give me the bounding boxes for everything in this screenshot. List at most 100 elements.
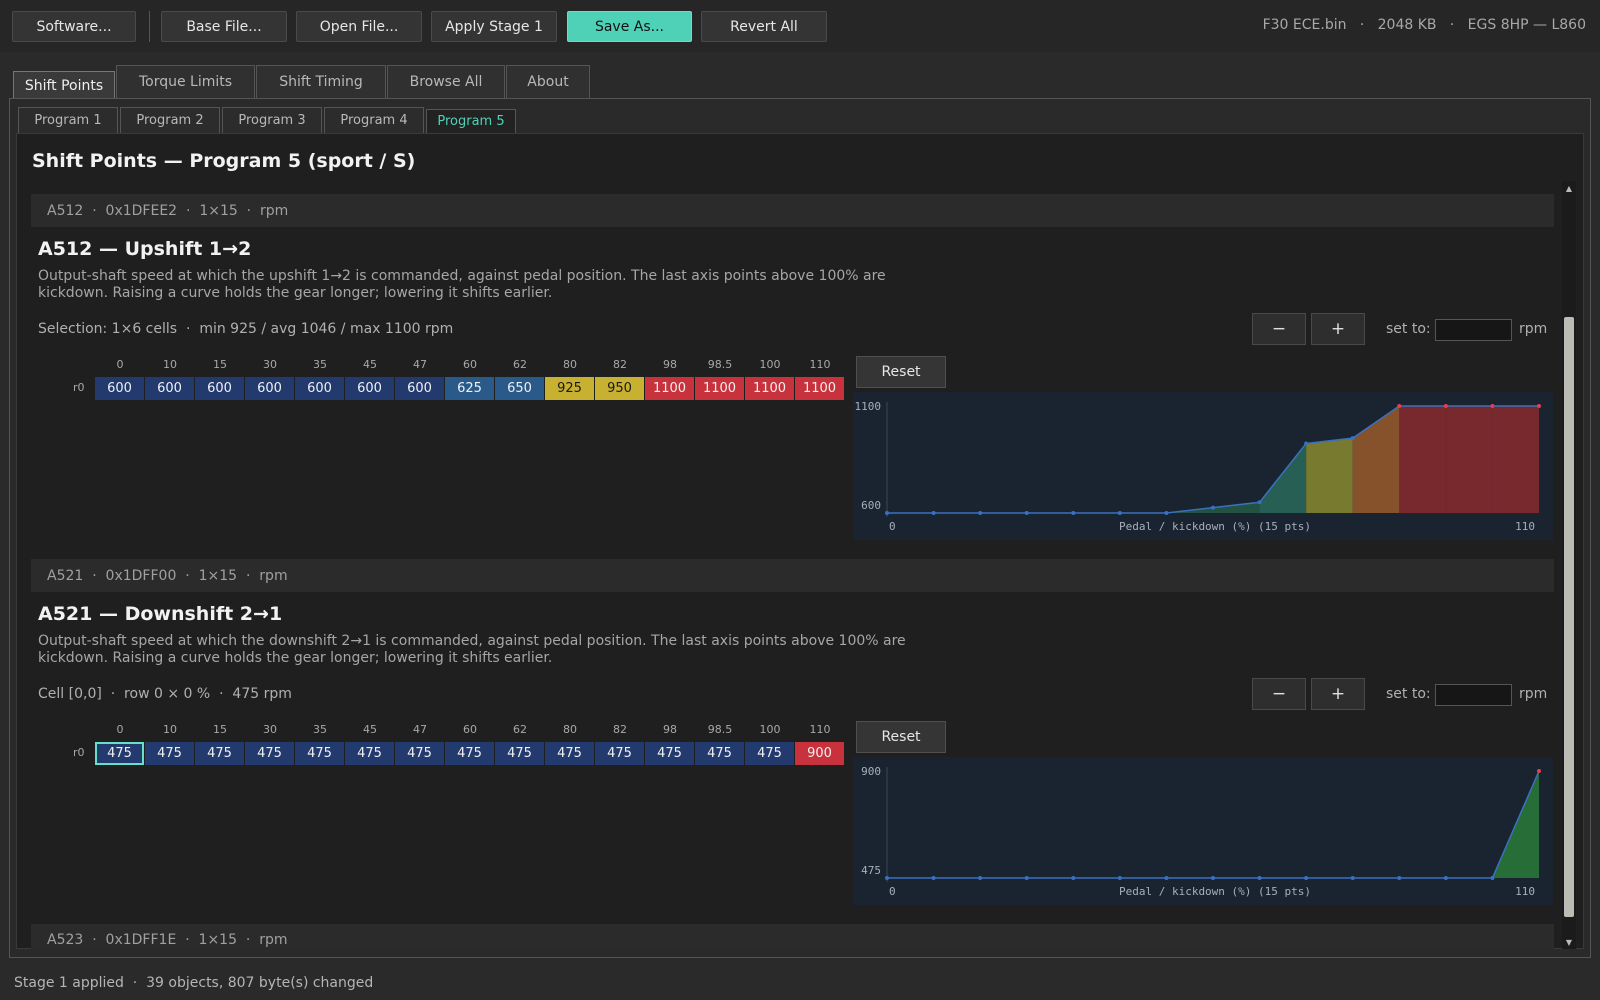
map-curve-chart: 900 475 0 Pedal / kickdown (%) (15 pts) 110 (853, 757, 1553, 905)
decrement-button[interactable]: − (1252, 678, 1306, 710)
set-to-input[interactable] (1435, 319, 1512, 341)
axis-label: 82 (613, 358, 627, 371)
map-cell[interactable]: 1100 (695, 377, 744, 400)
software-button[interactable]: Software... (12, 11, 136, 42)
axis-label: 35 (313, 358, 327, 371)
curve-point (1117, 876, 1122, 880)
curve-area-segment (1399, 406, 1446, 513)
tab-browse-all[interactable]: Browse All (387, 65, 505, 98)
map-cell[interactable]: 475 (445, 742, 494, 765)
set-to-input[interactable] (1435, 684, 1512, 706)
cell-status: Cell [0,0] · row 0 × 0 % · 475 rpm (38, 686, 292, 702)
decrement-button[interactable]: − (1252, 313, 1306, 345)
map-cell[interactable]: 475 (545, 742, 594, 765)
axis-label: 110 (809, 358, 831, 371)
tab-program-3[interactable]: Program 3 (222, 107, 322, 133)
map-cell[interactable]: 1100 (645, 377, 694, 400)
map-cell[interactable]: 1100 (795, 377, 844, 400)
map-cell[interactable]: 475 (595, 742, 644, 765)
map-cell[interactable]: 625 (445, 377, 494, 400)
axis-label: 100 (759, 358, 781, 371)
axis-label: 60 (463, 358, 477, 371)
toolbar-separator (149, 11, 150, 42)
axis-label: 60 (463, 723, 477, 736)
axis-label: 45 (363, 723, 377, 736)
map-cell[interactable]: 900 (795, 742, 844, 765)
reset-button[interactable]: Reset (856, 356, 946, 388)
set-to-label: set to: (1386, 321, 1431, 337)
axis-label: 80 (563, 358, 577, 371)
curve-point (1257, 500, 1262, 505)
map-header-strip: A523 · 0x1DFF1E · 1×15 · rpm (31, 924, 1554, 949)
map-cell[interactable]: 475 (395, 742, 444, 765)
map-cell[interactable]: 950 (595, 377, 644, 400)
curve-point (1071, 511, 1076, 515)
axis-label: 47 (413, 723, 427, 736)
map-cell[interactable]: 475 (195, 742, 244, 765)
axis-label: 110 (809, 723, 831, 736)
map-cell[interactable]: 600 (345, 377, 394, 400)
map-curve-chart: 1100 600 0 Pedal / kickdown (%) (15 pts) 110 (853, 392, 1553, 540)
curve-area-segment (1492, 406, 1539, 513)
open-file-button[interactable]: Open File... (296, 11, 422, 42)
curve-point (1024, 876, 1029, 880)
status-bar: Stage 1 applied · 39 objects, 807 byte(s… (14, 975, 374, 991)
file-info: F30 ECE.bin · 2048 KB · EGS 8HP — L860 (1262, 17, 1586, 33)
axis-label: 15 (213, 358, 227, 371)
map-cell[interactable]: 600 (295, 377, 344, 400)
vertical-scrollbar[interactable]: ▲ ▼ (1562, 181, 1576, 949)
tab-about[interactable]: About (506, 65, 590, 98)
map-cell[interactable]: 475 (145, 742, 194, 765)
map-cell[interactable]: 475 (245, 742, 294, 765)
map-cell[interactable]: 475 (745, 742, 794, 765)
map-cell[interactable]: 925 (545, 377, 594, 400)
curve-point (1537, 769, 1541, 773)
increment-button[interactable]: + (1311, 678, 1365, 710)
tab-program-2[interactable]: Program 2 (120, 107, 220, 133)
scroll-thumb[interactable] (1564, 317, 1574, 917)
map-cell[interactable]: 475 (295, 742, 344, 765)
apply-stage-1-button[interactable]: Apply Stage 1 (431, 11, 557, 42)
map-cell[interactable]: 600 (195, 377, 244, 400)
curve-svg: 1100 600 0 Pedal / kickdown (%) (15 pts) 110 (855, 400, 1541, 533)
tab-program-1[interactable]: Program 1 (18, 107, 118, 133)
map-cell[interactable]: 600 (145, 377, 194, 400)
revert-all-button[interactable]: Revert All (701, 11, 827, 42)
map-title: A521 — Downshift 2→1 (38, 603, 283, 625)
tab-program-4[interactable]: Program 4 (324, 107, 424, 133)
triangle-down-icon[interactable]: ▼ (1564, 937, 1574, 947)
tab-shift-timing[interactable]: Shift Timing (256, 65, 386, 98)
axis-label: 47 (413, 358, 427, 371)
curve-point (1443, 404, 1448, 408)
map-cell[interactable]: 475 (495, 742, 544, 765)
axis-label: 0 (116, 358, 124, 371)
increment-button[interactable]: + (1311, 313, 1365, 345)
map-cell[interactable]: 475 (645, 742, 694, 765)
triangle-up-icon[interactable]: ▲ (1564, 183, 1574, 193)
map-cell[interactable]: 600 (95, 377, 144, 400)
map-cell[interactable]: 475 (695, 742, 744, 765)
axis-label: 30 (263, 723, 277, 736)
reset-button[interactable]: Reset (856, 721, 946, 753)
map-cell[interactable]: 600 (245, 377, 294, 400)
save-as-button[interactable]: Save As... (567, 11, 692, 42)
curve-point (1211, 505, 1215, 510)
x-max-label: 110 (1515, 885, 1535, 898)
map-cell[interactable]: 475 (95, 742, 144, 765)
curve-point (1164, 876, 1169, 880)
base-file-button[interactable]: Base File... (161, 11, 287, 42)
tab-program-5[interactable]: Program 5 (426, 109, 516, 133)
map-cell[interactable]: 650 (495, 377, 544, 400)
x-axis-label: Pedal / kickdown (%) (15 pts) (1119, 885, 1311, 898)
map-header-strip: A512 · 0x1DFEE2 · 1×15 · rpm (31, 194, 1554, 227)
tab-torque-limits[interactable]: Torque Limits (116, 65, 255, 98)
axis-label: 62 (513, 723, 527, 736)
map-cell[interactable]: 475 (345, 742, 394, 765)
x-min-label: 0 (889, 520, 896, 533)
map-cell[interactable]: 1100 (745, 377, 794, 400)
curve-point (1397, 404, 1402, 408)
tab-shift-points[interactable]: Shift Points (13, 71, 115, 99)
gearbox-label: EGS 8HP — L860 (1467, 17, 1586, 33)
y-max-label: 900 (861, 765, 881, 778)
map-cell[interactable]: 600 (395, 377, 444, 400)
